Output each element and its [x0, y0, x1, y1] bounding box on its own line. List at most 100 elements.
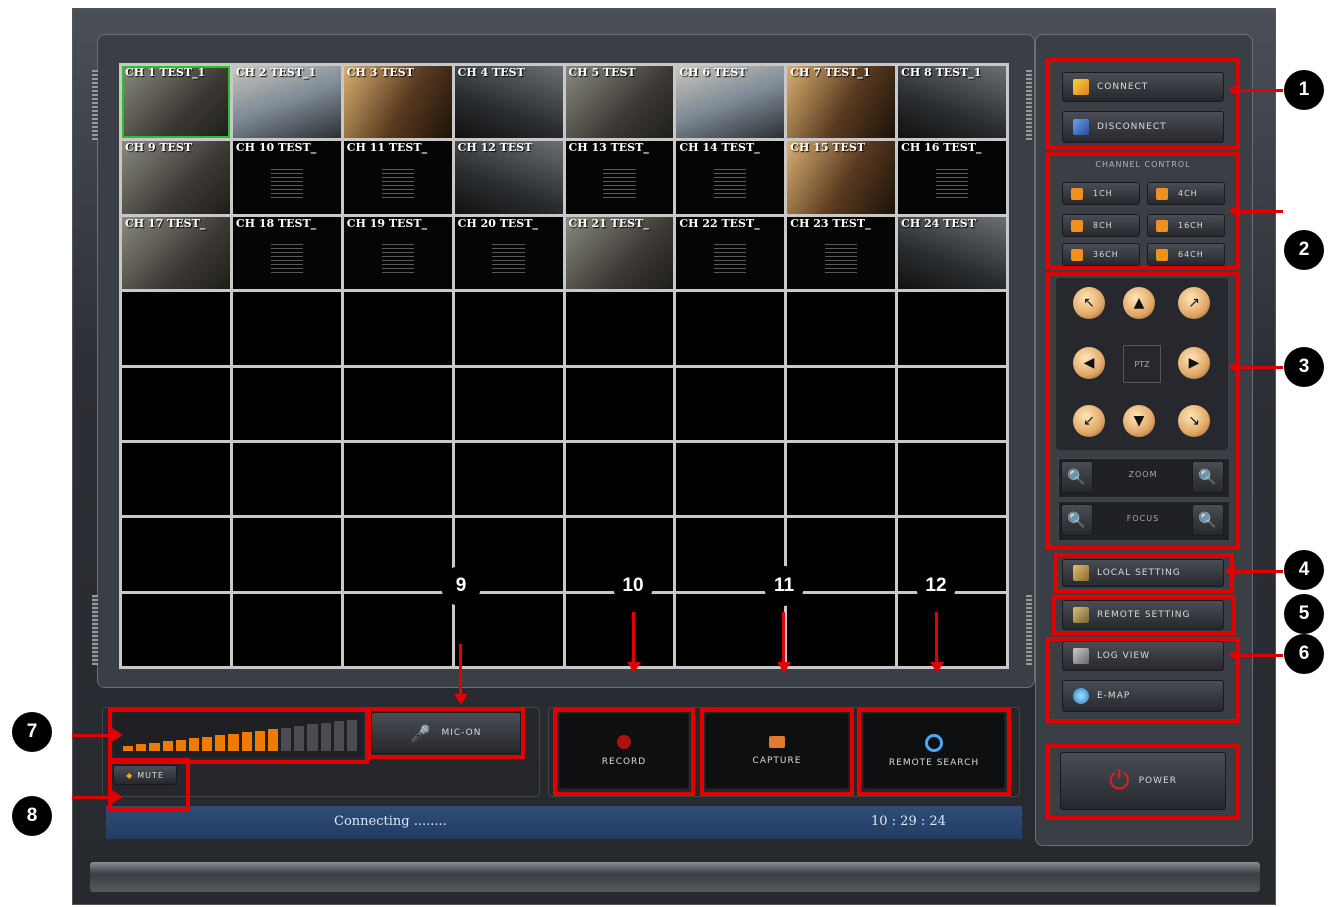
- empty-channel-tile[interactable]: [232, 518, 341, 591]
- empty-channel-tile[interactable]: [454, 292, 563, 365]
- channel-tile[interactable]: CH 20 TEST_: [454, 216, 563, 290]
- channel-label: CH 8 TEST_1: [901, 66, 982, 79]
- annotation-arrow-tip: [112, 790, 123, 804]
- focus-far-button[interactable]: 🔍: [1192, 504, 1224, 536]
- empty-channel-tile[interactable]: [565, 367, 674, 440]
- arrow-right-icon: ▶: [1188, 355, 1200, 371]
- empty-channel-tile[interactable]: [787, 593, 896, 666]
- zoom-out-button[interactable]: 🔍: [1061, 461, 1093, 493]
- empty-channel-tile[interactable]: [122, 442, 230, 516]
- empty-channel-tile[interactable]: [454, 442, 563, 516]
- empty-channel-tile[interactable]: [787, 518, 896, 591]
- empty-channel-tile[interactable]: [232, 292, 341, 365]
- empty-channel-tile[interactable]: [454, 593, 563, 666]
- channel-tile[interactable]: CH 10 TEST_: [232, 141, 341, 214]
- empty-channel-tile[interactable]: [122, 518, 230, 591]
- zoom-in-button[interactable]: 🔍: [1192, 461, 1224, 493]
- ptz-up-button[interactable]: ▲: [1123, 287, 1155, 319]
- channel-tile[interactable]: CH 7 TEST_1: [787, 66, 896, 139]
- channel-tile[interactable]: CH 6 TEST: [676, 66, 785, 139]
- channel-tile[interactable]: CH 11 TEST_: [343, 141, 452, 214]
- mic-on-button[interactable]: 🎤 MIC-ON: [371, 712, 521, 754]
- annotation-arrow-tip: [930, 662, 944, 673]
- channel-tile[interactable]: CH 21 TEST_: [565, 216, 674, 290]
- ptz-down-button[interactable]: ▼: [1123, 405, 1155, 437]
- layout-4ch-button[interactable]: 4CH: [1147, 182, 1225, 205]
- remote-setting-button[interactable]: REMOTE SETTING: [1062, 600, 1224, 630]
- connect-button[interactable]: CONNECT: [1062, 72, 1224, 102]
- focus-near-button[interactable]: 🔍: [1061, 504, 1093, 536]
- callout-11: 11: [764, 566, 804, 606]
- layout-8ch-button[interactable]: 8CH: [1062, 214, 1140, 237]
- disconnect-button[interactable]: DISCONNECT: [1062, 111, 1224, 143]
- channel-tile[interactable]: CH 17 TEST_: [122, 216, 230, 290]
- channel-tile[interactable]: CH 8 TEST_1: [898, 66, 1006, 139]
- magnifier-plus-icon: 🔍: [1198, 468, 1218, 486]
- empty-channel-tile[interactable]: [565, 593, 674, 666]
- channel-tile[interactable]: CH 4 TEST: [454, 66, 563, 139]
- ptz-down-right-button[interactable]: ↘: [1178, 405, 1210, 437]
- annotation-arrow: [935, 612, 938, 662]
- empty-channel-tile[interactable]: [676, 292, 785, 365]
- channel-tile[interactable]: CH 22 TEST_: [676, 216, 785, 290]
- empty-channel-tile[interactable]: [787, 367, 896, 440]
- layout-64ch-button[interactable]: 64CH: [1147, 243, 1225, 266]
- empty-channel-tile[interactable]: [898, 442, 1006, 516]
- power-button[interactable]: ⏻ POWER: [1060, 752, 1226, 810]
- empty-channel-tile[interactable]: [676, 367, 785, 440]
- capture-button[interactable]: CAPTURE: [705, 713, 849, 789]
- empty-channel-tile[interactable]: [898, 593, 1006, 666]
- channel-tile[interactable]: CH 3 TEST: [343, 66, 452, 139]
- channel-tile[interactable]: CH 13 TEST_: [565, 141, 674, 214]
- channel-tile[interactable]: CH 24 TEST: [898, 216, 1006, 290]
- mute-button[interactable]: ◆ MUTE: [113, 765, 177, 785]
- channel-tile[interactable]: CH 5 TEST: [565, 66, 674, 139]
- layout-36ch-button[interactable]: 36CH: [1062, 243, 1140, 266]
- emap-button[interactable]: E-MAP: [1062, 680, 1224, 712]
- ptz-up-left-button[interactable]: ↖: [1073, 287, 1105, 319]
- empty-channel-tile[interactable]: [343, 367, 452, 440]
- empty-channel-tile[interactable]: [343, 518, 452, 591]
- channel-tile[interactable]: CH 23 TEST_: [787, 216, 896, 290]
- channel-tile[interactable]: CH 14 TEST_: [676, 141, 785, 214]
- channel-tile[interactable]: CH 19 TEST_: [343, 216, 452, 290]
- empty-channel-tile[interactable]: [232, 367, 341, 440]
- empty-channel-tile[interactable]: [565, 442, 674, 516]
- empty-channel-tile[interactable]: [454, 367, 563, 440]
- record-button[interactable]: RECORD: [559, 713, 689, 789]
- empty-channel-tile[interactable]: [232, 442, 341, 516]
- channel-tile[interactable]: CH 18 TEST_: [232, 216, 341, 290]
- ptz-down-left-button[interactable]: ↙: [1073, 405, 1105, 437]
- empty-channel-tile[interactable]: [898, 292, 1006, 365]
- empty-channel-tile[interactable]: [122, 367, 230, 440]
- volume-meter[interactable]: [113, 713, 363, 757]
- ptz-right-button[interactable]: ▶: [1178, 347, 1210, 379]
- empty-channel-tile[interactable]: [122, 292, 230, 365]
- callout-1: 1: [1284, 70, 1324, 110]
- channel-tile[interactable]: CH 9 TEST: [122, 141, 230, 214]
- channel-tile[interactable]: CH 15 TEST: [787, 141, 896, 214]
- local-setting-button[interactable]: LOCAL SETTING: [1062, 559, 1224, 587]
- channel-tile[interactable]: CH 12 TEST: [454, 141, 563, 214]
- empty-channel-tile[interactable]: [343, 442, 452, 516]
- log-view-button[interactable]: LOG VIEW: [1062, 641, 1224, 671]
- channel-tile[interactable]: CH 16 TEST_: [898, 141, 1006, 214]
- empty-channel-tile[interactable]: [343, 292, 452, 365]
- empty-channel-tile[interactable]: [787, 442, 896, 516]
- remote-search-button[interactable]: REMOTE SEARCH: [863, 713, 1005, 789]
- channel-tile[interactable]: CH 2 TEST_1: [232, 66, 341, 139]
- empty-channel-tile[interactable]: [565, 292, 674, 365]
- channel-tile[interactable]: CH 1 TEST_1: [122, 66, 230, 139]
- empty-channel-tile[interactable]: [676, 593, 785, 666]
- empty-channel-tile[interactable]: [787, 292, 896, 365]
- empty-channel-tile[interactable]: [232, 593, 341, 666]
- ptz-left-button[interactable]: ◀: [1073, 347, 1105, 379]
- layout-16ch-button[interactable]: 16CH: [1147, 214, 1225, 237]
- empty-channel-tile[interactable]: [122, 593, 230, 666]
- empty-channel-tile[interactable]: [676, 442, 785, 516]
- layout-1ch-button[interactable]: 1CH: [1062, 182, 1140, 205]
- annotation-arrow-tip: [454, 694, 468, 705]
- ptz-up-right-button[interactable]: ↗: [1178, 287, 1210, 319]
- empty-channel-tile[interactable]: [343, 593, 452, 666]
- empty-channel-tile[interactable]: [898, 367, 1006, 440]
